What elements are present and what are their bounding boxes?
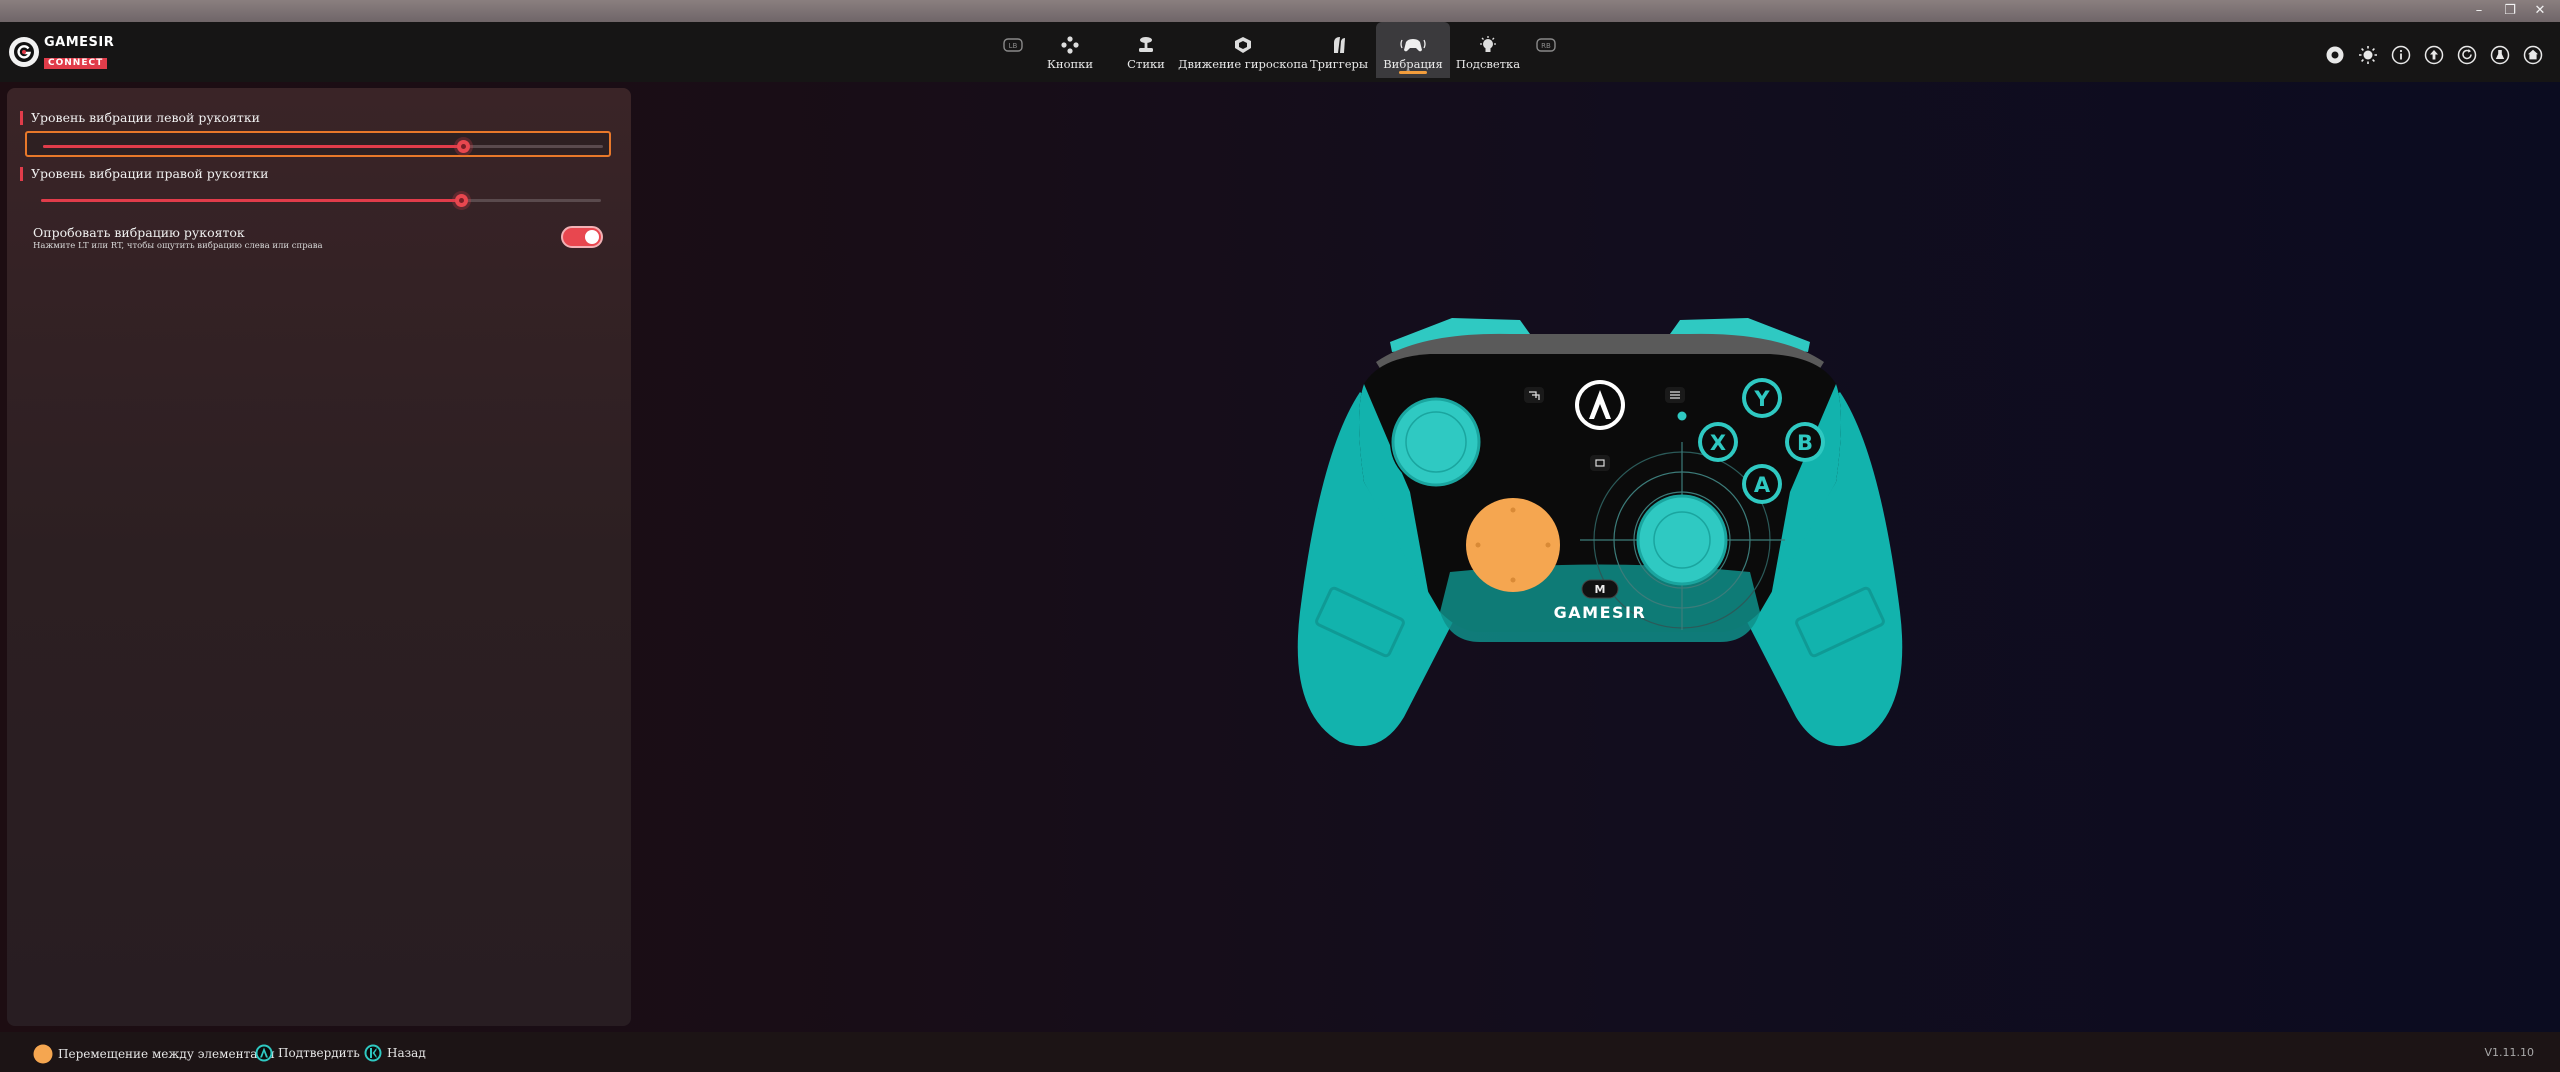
refresh-icon[interactable] (2456, 44, 2478, 66)
hint-confirm: Подтвердить (255, 1044, 360, 1062)
svg-text:RB: RB (1541, 42, 1551, 50)
y-button-label: Y (1753, 387, 1770, 411)
right-vibration-thumb[interactable] (455, 194, 468, 207)
app-version: V1.11.10 (2484, 1046, 2534, 1059)
hint-confirm-label: Подтвердить (278, 1046, 360, 1060)
b-button-icon (364, 1044, 382, 1062)
app-logo: GAMESIR CONNECT (9, 34, 115, 69)
trigger-icon (1329, 36, 1349, 54)
upload-icon[interactable] (2423, 44, 2445, 66)
hint-navigate-label: Перемещение между элементами (58, 1047, 275, 1061)
test-vibration-description: Нажмите LT или RT, чтобы ощутить вибраци… (33, 241, 323, 251)
hint-back-label: Назад (387, 1046, 426, 1060)
tab-buttons[interactable]: Кнопки (1047, 22, 1094, 78)
tab-lighting-label: Подсветка (1455, 57, 1521, 71)
test-vibration-toggle[interactable] (561, 226, 603, 248)
logo-title: GAMESIR (44, 34, 115, 50)
tab-lighting[interactable]: Подсветка (1456, 22, 1520, 78)
tab-vibration[interactable]: Вибрация (1376, 22, 1450, 78)
tab-sticks-label: Стики (1127, 57, 1165, 71)
logo-subtitle: CONNECT (44, 57, 108, 69)
m-button-label: M (1595, 583, 1606, 596)
joystick-icon (1136, 36, 1156, 54)
gamepad-buttons-icon (1060, 36, 1080, 54)
hint-back: Назад (364, 1044, 426, 1062)
lab-flask-icon[interactable] (2489, 44, 2511, 66)
test-vibration-title: Опробовать вибрацию рукояток (33, 225, 245, 240)
left-vibration-thumb[interactable] (457, 140, 470, 153)
svg-text:LB: LB (1009, 42, 1018, 50)
window-title-bar: – ❐ ✕ (0, 0, 2560, 22)
right-vibration-title: Уровень вибрации правой рукоятки (20, 167, 268, 181)
right-stick (1636, 494, 1728, 586)
minimize-button[interactable]: – (2466, 2, 2492, 20)
right-vibration-fill (41, 199, 461, 202)
lb-bumper-icon: LB (1003, 36, 1023, 54)
restore-button[interactable]: ❐ (2497, 2, 2523, 20)
bottom-hints-bar: Перемещение между элементами Подтвердить… (0, 1032, 2560, 1072)
right-vibration-track[interactable] (41, 194, 601, 207)
toggle-knob (585, 230, 599, 244)
tab-vibration-label: Вибрация (1383, 57, 1443, 71)
right-vibration-slider[interactable] (25, 187, 611, 213)
vibration-icon (1400, 36, 1426, 54)
left-vibration-fill (43, 145, 463, 148)
x-button-label: X (1710, 431, 1726, 455)
tab-buttons-label: Кнопки (1047, 57, 1094, 71)
a-button-label: A (1754, 473, 1771, 497)
b-button-label: B (1797, 431, 1813, 455)
tab-next-bumper[interactable]: RB (1532, 22, 1560, 78)
gyroscope-icon (1233, 36, 1253, 54)
brightness-icon[interactable] (2357, 44, 2379, 66)
tab-sticks[interactable]: Стики (1126, 22, 1166, 78)
tab-gyro[interactable]: Движение гироскопа (1178, 22, 1308, 78)
a-button-icon (255, 1044, 273, 1062)
hint-navigate: Перемещение между элементами (33, 1044, 275, 1064)
rb-bumper-icon: RB (1536, 36, 1556, 54)
left-vibration-title: Уровень вибрации левой рукоятки (20, 111, 260, 125)
left-vibration-slider[interactable] (25, 131, 611, 157)
gamepad-illustration: Y X B A M GAMESIR (1297, 318, 1903, 747)
close-button[interactable]: ✕ (2527, 2, 2553, 20)
tab-triggers[interactable]: Триггеры (1309, 22, 1369, 78)
left-stick-icon (33, 1044, 53, 1064)
indicator-dot (1677, 411, 1687, 421)
top-navigation-bar: GAMESIR CONNECT LB Кнопки Стики Движение… (0, 22, 2560, 82)
lightbulb-icon (1477, 36, 1499, 54)
tab-gyro-label: Движение гироскопа (1178, 57, 1308, 71)
vibration-settings-panel: Уровень вибрации левой рукоятки Уровень … (7, 88, 631, 1026)
info-icon[interactable] (2390, 44, 2412, 66)
home-icon[interactable] (2522, 44, 2544, 66)
left-vibration-track[interactable] (43, 140, 603, 153)
gamesir-logo-icon (9, 37, 39, 67)
tab-triggers-label: Триггеры (1309, 57, 1369, 71)
tab-prev-bumper[interactable]: LB (999, 22, 1027, 78)
share-button (1590, 455, 1610, 471)
record-icon[interactable] (2324, 44, 2346, 66)
gamepad-brand: GAMESIR (1554, 603, 1647, 622)
